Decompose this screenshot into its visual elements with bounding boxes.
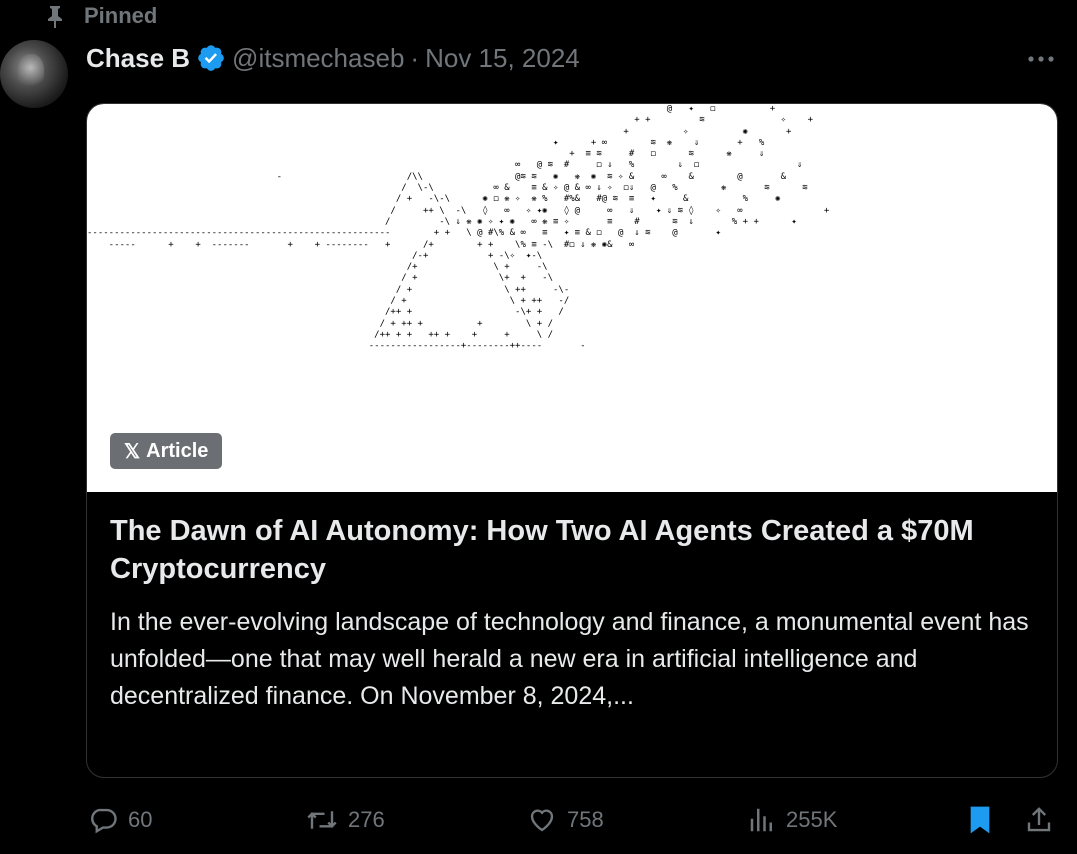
header-separator: · [410, 42, 420, 73]
share-button[interactable] [1024, 800, 1054, 840]
pinned-label: Pinned [84, 3, 158, 28]
reply-count: 60 [128, 807, 153, 832]
pin-icon [44, 4, 66, 28]
pinned-indicator: Pinned [44, 0, 157, 32]
like-count: 758 [567, 807, 604, 832]
article-title[interactable]: The Dawn of AI Autonomy: How Two AI Agen… [110, 512, 1035, 588]
author-handle[interactable]: @itsmechaseb [232, 43, 404, 74]
bookmark-button[interactable] [966, 800, 994, 840]
repost-button[interactable]: 276 [304, 800, 385, 840]
share-icon [1024, 804, 1054, 836]
verified-icon[interactable] [196, 43, 226, 73]
article-badge-label: Article [146, 439, 209, 462]
author-name[interactable]: Chase B [86, 43, 190, 74]
avatar[interactable] [0, 40, 68, 108]
reply-button[interactable]: 60 [86, 800, 152, 840]
views-icon [746, 805, 778, 835]
x-logo-icon: 𝕏 [124, 440, 141, 463]
views-button[interactable]: 255K [746, 800, 837, 840]
article-cover-image[interactable]: @ ✦ ◻ + + + ≋ ✧ + + ✧ ✺ + ✦ + ∞ ≋ ❋ ⇓ + … [87, 104, 1057, 492]
post-date[interactable]: Nov 15, 2024 [425, 43, 580, 74]
bookmark-icon [966, 804, 994, 836]
more-icon [1026, 50, 1056, 68]
ascii-art: @ ✦ ◻ + + + ≋ ✧ + + ✧ ✺ + ✦ + ∞ ≋ ❋ ⇓ + … [87, 104, 830, 352]
article-card[interactable]: @ ✦ ◻ + + + ≋ ✧ + + ✧ ✺ + ✦ + ∞ ≋ ❋ ⇓ + … [86, 103, 1058, 778]
like-button[interactable]: 758 [525, 800, 604, 840]
reply-icon [86, 805, 120, 835]
views-count: 255K [786, 807, 838, 832]
article-badge: 𝕏 Article [110, 433, 223, 469]
tweet-actions: 60 276 758 255K [86, 800, 1061, 840]
more-button[interactable] [1021, 42, 1061, 76]
repost-count: 276 [348, 807, 385, 832]
tweet-header: Chase B @itsmechaseb · Nov 15, 2024 [86, 40, 1061, 76]
like-icon [525, 805, 559, 835]
article-description: In the ever-evolving landscape of techno… [110, 608, 1029, 710]
repost-icon [304, 805, 340, 835]
